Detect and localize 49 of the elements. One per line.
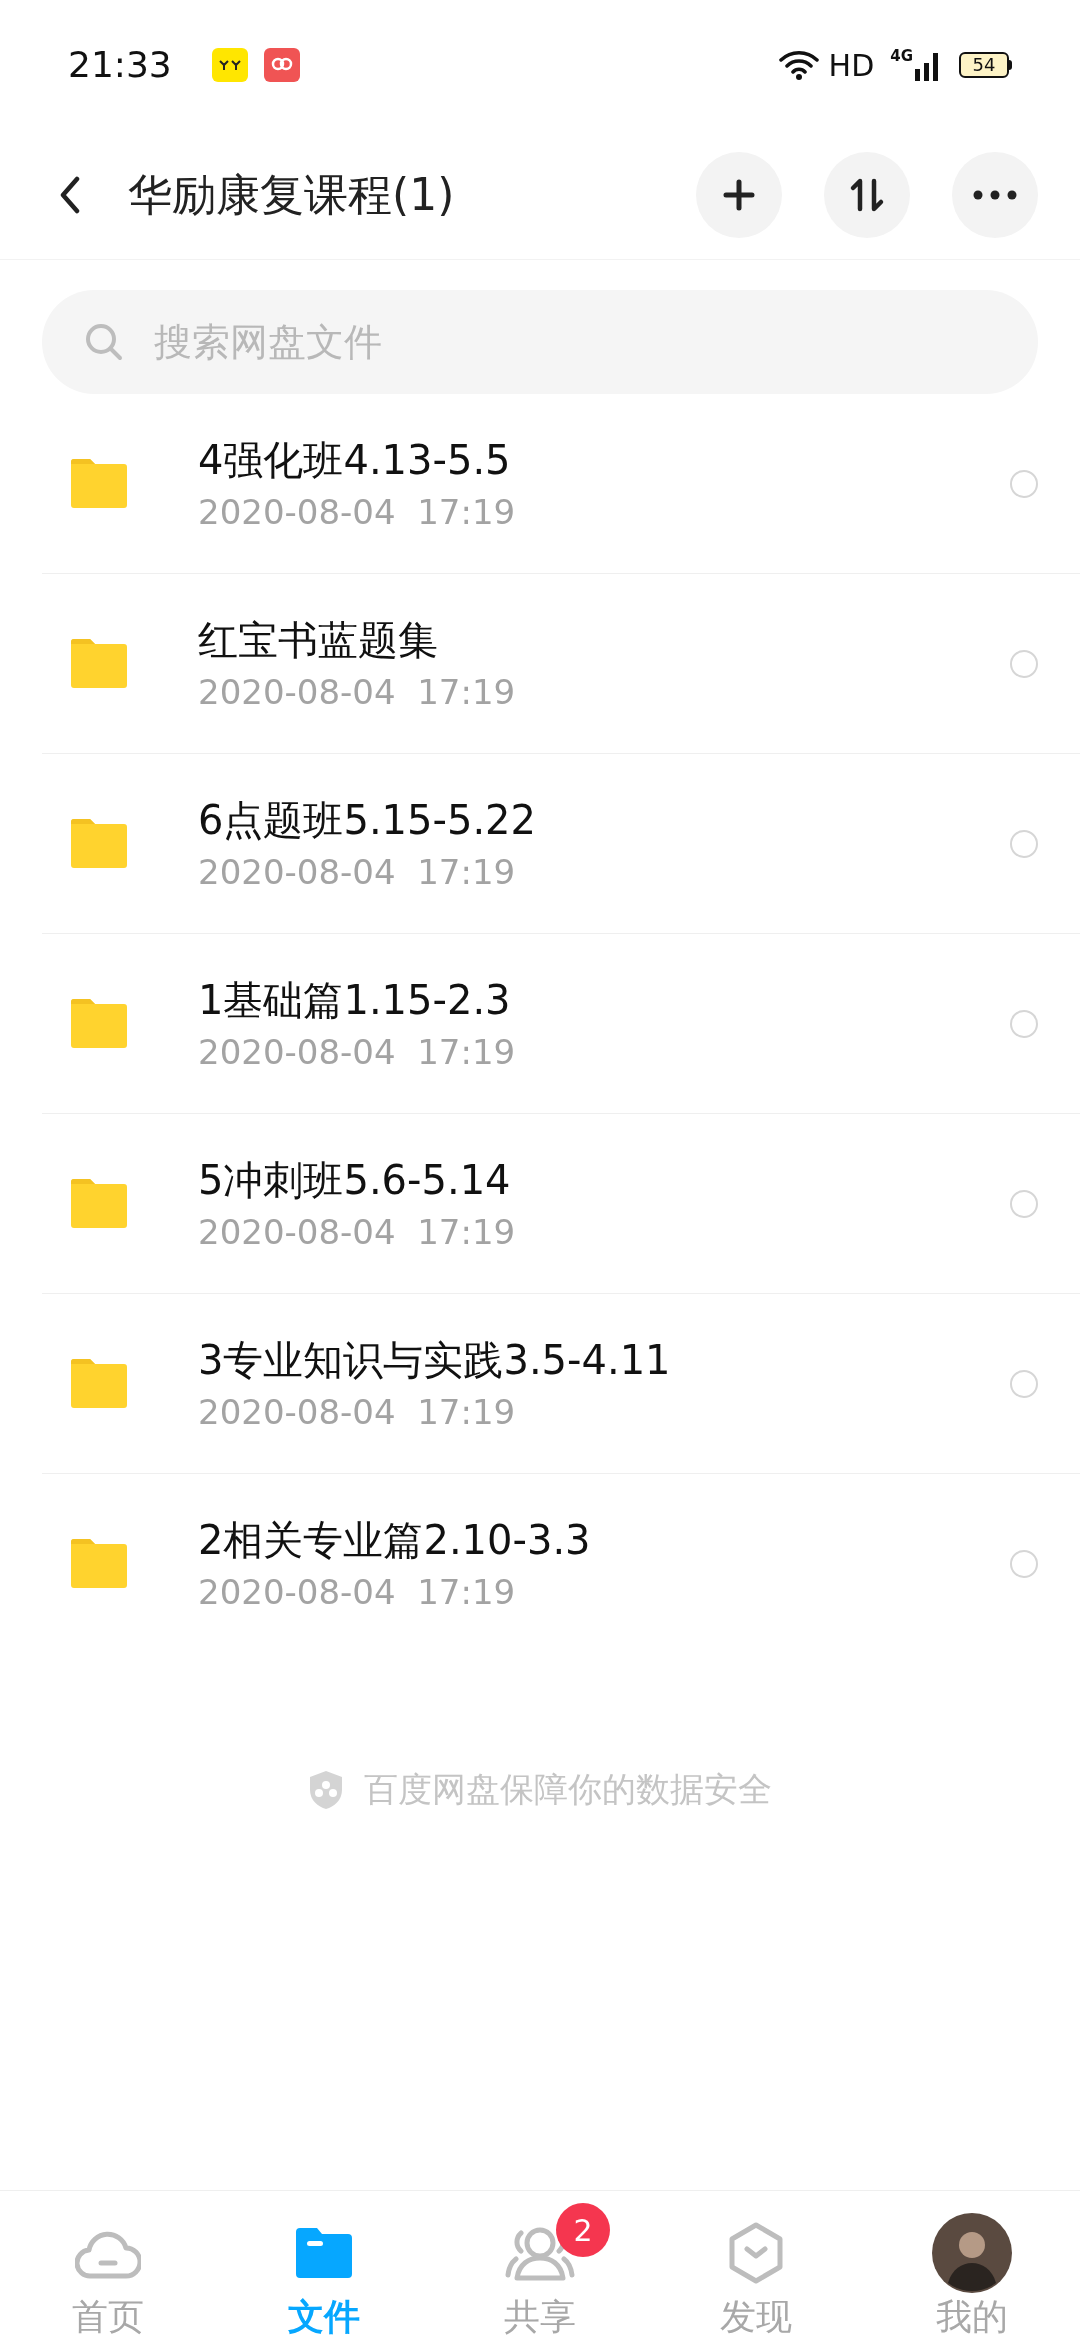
select-checkbox[interactable] <box>1010 829 1038 858</box>
modified-date: 2020-08-04 17:19 <box>198 850 517 894</box>
folder-name[interactable]: 4强化班4.13-5.5 <box>198 433 1010 486</box>
app-icon <box>211 48 248 82</box>
modified-date: 2020-08-04 17:19 <box>198 1210 517 1254</box>
avatar-icon <box>932 2213 1012 2293</box>
folder-title: 华励康复课程(1) <box>128 167 455 222</box>
battery-icon: 54 <box>959 52 1012 78</box>
folder-icon <box>68 1538 130 1590</box>
signal-label: 4G <box>890 49 913 64</box>
app-icon <box>263 48 300 82</box>
modified-date: 2020-08-04 17:19 <box>198 1571 517 1614</box>
plus-icon <box>722 177 756 212</box>
security-note: 百度网盘保障你的数据安全 <box>364 1768 772 1811</box>
folder-icon <box>68 1357 130 1410</box>
folder-icon <box>68 997 130 1050</box>
folder-name[interactable]: 红宝书蓝题集 <box>198 613 1010 666</box>
notification-badge: 2 <box>556 2203 610 2257</box>
folder-icon <box>68 457 130 510</box>
shield-icon <box>308 1769 344 1810</box>
folder-name[interactable]: 3专业知识与实践3.5-4.11 <box>198 1333 1010 1386</box>
more-icon <box>973 189 1017 200</box>
sort-icon <box>849 176 885 213</box>
back-icon <box>59 175 81 214</box>
folder-name[interactable]: 2相关专业篇2.10-3.3 <box>198 1514 1010 1566</box>
select-checkbox[interactable] <box>1010 1550 1038 1578</box>
select-checkbox[interactable] <box>1010 469 1038 498</box>
modified-date: 2020-08-04 17:19 <box>198 490 517 534</box>
modified-date: 2020-08-04 17:19 <box>198 670 517 714</box>
folder-name[interactable]: 6点题班5.15-5.22 <box>198 793 1010 846</box>
select-checkbox[interactable] <box>1010 1009 1038 1038</box>
network-label: HD <box>828 46 875 85</box>
folder-name[interactable]: 5冲刺班5.6-5.14 <box>198 1153 1010 1206</box>
folder-icon <box>295 2227 353 2279</box>
hexagon-icon <box>728 2222 784 2284</box>
folder-icon <box>68 637 130 690</box>
search-icon <box>84 322 124 362</box>
select-checkbox[interactable] <box>1010 649 1038 678</box>
people-icon <box>505 2225 575 2281</box>
wifi-icon <box>778 49 819 81</box>
modified-date: 2020-08-04 17:19 <box>198 1390 517 1434</box>
status-time: 21:33 <box>68 43 172 87</box>
folder-icon <box>68 817 130 870</box>
select-checkbox[interactable] <box>1010 1189 1038 1218</box>
folder-icon <box>68 1177 130 1230</box>
search-field[interactable]: 搜索网盘文件 <box>42 290 1038 394</box>
select-checkbox[interactable] <box>1010 1369 1038 1398</box>
modified-date: 2020-08-04 17:19 <box>198 1030 517 1074</box>
folder-name[interactable]: 1基础篇1.15-2.3 <box>198 973 1010 1026</box>
